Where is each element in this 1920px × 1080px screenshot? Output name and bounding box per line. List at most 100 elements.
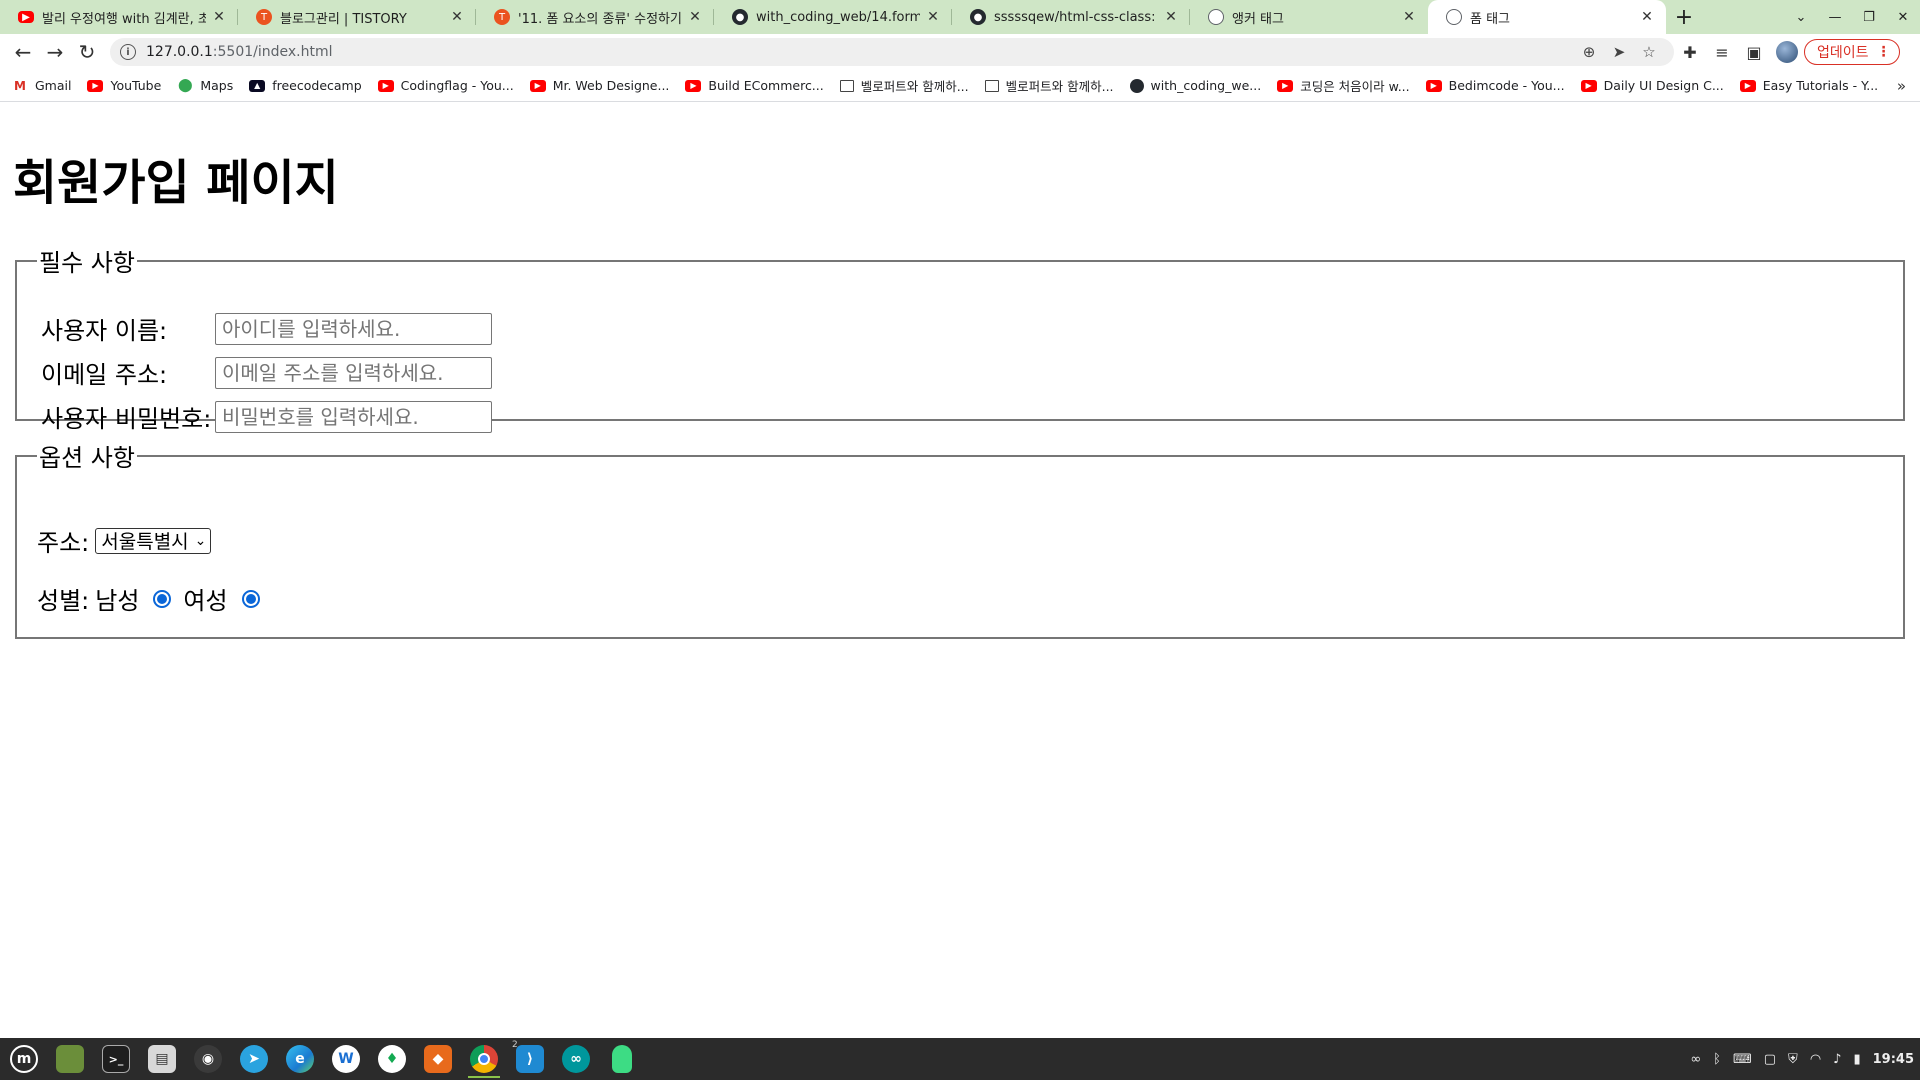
terminal-button[interactable]: >_ — [96, 1040, 136, 1078]
whale-button[interactable]: W — [326, 1040, 366, 1078]
close-icon[interactable]: ✕ — [1162, 8, 1180, 26]
back-arrow-icon[interactable]: ← — [8, 37, 38, 67]
telegram-icon: ➤ — [240, 1045, 268, 1073]
password-label: 사용자 비밀번호: — [41, 405, 212, 433]
minimize-icon[interactable]: — — [1818, 0, 1852, 34]
blender-button[interactable]: ◆ — [418, 1040, 458, 1078]
media-queue-icon[interactable]: ≡ — [1706, 37, 1738, 67]
files-button[interactable]: ▤ — [142, 1040, 182, 1078]
wifi-icon[interactable]: ◠ — [1810, 1052, 1821, 1067]
bookmark-item[interactable]: ▶ Daily UI Design C... — [1580, 78, 1724, 93]
bookmark-item[interactable]: ▲ freecodecamp — [249, 78, 362, 93]
clipboard-icon[interactable]: ▢ — [1764, 1052, 1776, 1067]
close-icon[interactable]: ✕ — [448, 8, 466, 26]
shield-icon[interactable]: ⛨ — [1788, 1052, 1798, 1067]
username-input[interactable] — [215, 312, 492, 345]
zoom-icon[interactable]: ⊕ — [1574, 43, 1604, 61]
mint-logo-icon: m — [10, 1045, 38, 1073]
chrome-icon — [470, 1045, 498, 1073]
tab-title: with_coding_web/14.form.htm — [756, 9, 920, 25]
address-select[interactable]: 서울특별시 ⌄ — [95, 527, 212, 554]
edge-button[interactable]: e — [280, 1040, 320, 1078]
password-input[interactable] — [215, 400, 492, 433]
vscode-button[interactable]: ⟩ 2 — [510, 1040, 550, 1078]
youtube-icon: ▶ — [1580, 79, 1597, 92]
close-icon[interactable]: ✕ — [210, 8, 228, 26]
page-viewport: 회원가입 페이지 필수 사항 사용자 이름: 이메일 주소: 사용자 비밀번호:… — [0, 103, 1920, 1038]
email-input[interactable] — [215, 356, 492, 389]
bookmark-item[interactable]: with_coding_we... — [1129, 78, 1261, 93]
browser-tab[interactable]: ● sssssqew/html-css-class: html ✕ — [952, 0, 1190, 34]
tab-search-chevron-icon[interactable]: ⌄ — [1784, 0, 1818, 34]
forward-arrow-icon[interactable]: → — [40, 37, 70, 67]
close-icon[interactable]: ✕ — [686, 8, 704, 26]
address-select-value: 서울특별시 — [101, 531, 189, 553]
address-row: 주소: 서울특별시 ⌄ — [37, 523, 212, 558]
mongodb-button[interactable]: ♦ — [372, 1040, 412, 1078]
bookmark-item[interactable]: M Gmail — [12, 78, 71, 93]
update-button[interactable]: 업데이트 ⋮ — [1804, 39, 1900, 65]
close-window-icon[interactable]: ✕ — [1886, 0, 1920, 34]
close-icon[interactable]: ✕ — [1638, 8, 1656, 26]
globe-icon — [1208, 9, 1224, 25]
browser-tab[interactable]: ● with_coding_web/14.form.htm ✕ — [714, 0, 952, 34]
avatar[interactable] — [1776, 41, 1798, 63]
browser-tab-active[interactable]: 폼 태그 ✕ — [1428, 0, 1666, 34]
bookmark-item[interactable]: 벨로퍼트와 함께하... — [839, 76, 969, 95]
browser-tab[interactable]: T '11. 폼 요소의 종류' 수정하기 ✕ — [476, 0, 714, 34]
arduino-tray-icon[interactable]: ∞ — [1690, 1052, 1701, 1067]
chrome-button[interactable] — [464, 1040, 504, 1078]
bookmark-item[interactable]: ▶ Easy Tutorials - Y... — [1739, 78, 1878, 93]
reload-icon[interactable]: ↻ — [72, 37, 102, 67]
side-panel-icon[interactable]: ▣ — [1738, 37, 1770, 67]
extensions-puzzle-icon[interactable]: ✚ — [1674, 37, 1706, 67]
bookmark-item[interactable]: 벨로퍼트와 함께하... — [984, 76, 1114, 95]
bookmark-item[interactable]: ▶ YouTube — [87, 78, 161, 93]
required-fieldset: 필수 사항 사용자 이름: 이메일 주소: 사용자 비밀번호: — [15, 243, 1905, 433]
new-tab-button[interactable]: + — [1666, 0, 1702, 34]
keyboard-icon[interactable]: ⌨ — [1733, 1052, 1752, 1067]
email-row: 이메일 주소: — [41, 355, 492, 390]
obs-button[interactable]: ◉ — [188, 1040, 228, 1078]
gender-female-label: 여성 — [183, 587, 228, 615]
send-icon[interactable]: ➤ — [1604, 43, 1634, 61]
radio-dot — [245, 593, 256, 604]
browser-tab[interactable]: T 블로그관리 | TISTORY ✕ — [238, 0, 476, 34]
tab-title: '11. 폼 요소의 종류' 수정하기 — [518, 11, 682, 27]
restore-icon[interactable]: ❐ — [1852, 0, 1886, 34]
show-desktop-button[interactable] — [50, 1040, 90, 1078]
bookmark-item[interactable]: ▶ 코딩은 처음이라 w... — [1277, 76, 1410, 95]
android-app-button[interactable] — [602, 1040, 642, 1078]
bookmark-item[interactable]: ▶ Bedimcode - You... — [1425, 78, 1565, 93]
close-icon[interactable]: ✕ — [924, 8, 942, 26]
bookmark-label: Bedimcode - You... — [1448, 78, 1565, 93]
telegram-button[interactable]: ➤ — [234, 1040, 274, 1078]
globe-icon — [1446, 9, 1462, 25]
volume-icon[interactable]: ♪ — [1833, 1052, 1841, 1067]
clock[interactable]: 19:45 — [1873, 1052, 1914, 1067]
arduino-button[interactable]: ∞ — [556, 1040, 596, 1078]
browser-tab[interactable]: ▶ 발리 우정여행 with 김계란, 초딘 ✕ — [0, 0, 238, 34]
chevron-down-icon: ⌄ — [194, 532, 207, 549]
gender-male-radio[interactable] — [153, 589, 172, 608]
gender-label: 성별: — [37, 587, 90, 615]
bookmarks-overflow-icon[interactable]: » — [1897, 77, 1906, 95]
mint-menu-button[interactable]: m — [4, 1040, 44, 1078]
gender-female-radio[interactable] — [241, 589, 260, 608]
bookmark-item[interactable]: ⬤ Maps — [177, 78, 233, 93]
site-info-icon[interactable]: i — [120, 44, 136, 60]
address-bar[interactable]: i 127.0.0.1:5501/index.html ⊕ ➤ ☆ — [110, 38, 1674, 66]
optional-fieldset: 옵션 사항 주소: 서울특별시 ⌄ 성별: 남성 여성 — [15, 438, 1905, 639]
youtube-icon: ▶ — [87, 79, 104, 92]
bookmark-item[interactable]: ▶ Mr. Web Designe... — [529, 78, 669, 93]
bookmark-label: Daily UI Design C... — [1603, 78, 1724, 93]
bookmark-star-icon[interactable]: ☆ — [1634, 43, 1664, 61]
bookmark-item[interactable]: ▶ Codingflag - You... — [377, 78, 514, 93]
bookmark-item[interactable]: ▶ Build ECommerc... — [685, 78, 824, 93]
battery-icon[interactable]: ▮ — [1853, 1052, 1860, 1067]
book-icon — [984, 79, 999, 92]
browser-tab[interactable]: 앵커 태그 ✕ — [1190, 0, 1428, 34]
whale-icon: W — [332, 1045, 360, 1073]
close-icon[interactable]: ✕ — [1400, 8, 1418, 26]
bluetooth-icon[interactable]: ᛒ — [1713, 1052, 1721, 1067]
